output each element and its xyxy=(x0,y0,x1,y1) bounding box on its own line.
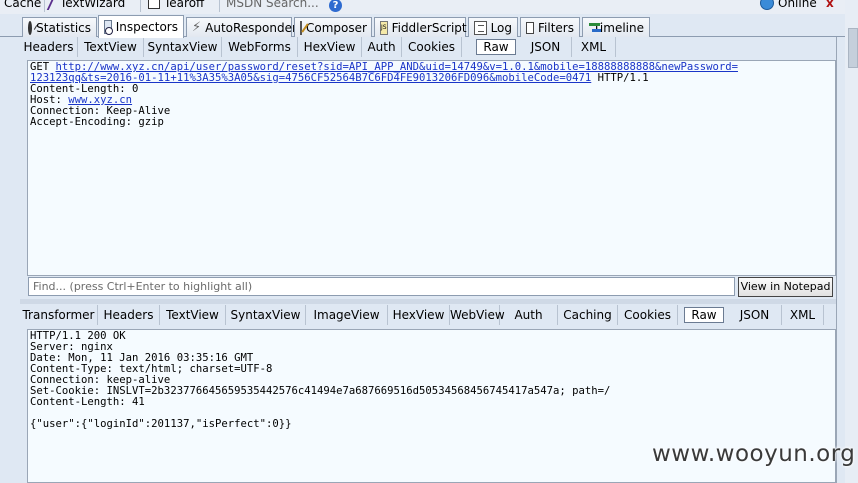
request-line-continued: 123123qq&ts=2016-01-11+11%3A35%3A05&sig=… xyxy=(30,73,833,84)
help-button[interactable]: ? xyxy=(329,0,342,13)
main-tab-strip: Statistics Inspectors ⚡ AutoResponder Co… xyxy=(0,14,845,38)
tearoff-label: Tearoff xyxy=(164,0,205,10)
response-tab-xml[interactable]: XML xyxy=(782,305,824,325)
lightning-icon: ⚡ xyxy=(192,19,202,35)
tab-label: Composer xyxy=(306,20,367,35)
tab-fiddlerscript[interactable]: JS FiddlerScript xyxy=(374,17,467,37)
watermark: www.wooyun.org xyxy=(652,441,856,467)
vertical-scrollbar[interactable] xyxy=(845,0,858,483)
response-tab-headers[interactable]: Headers xyxy=(98,305,160,325)
textwizard-button[interactable]: TextWizard xyxy=(46,0,126,11)
inspectors-icon xyxy=(104,20,113,35)
script-icon: JS xyxy=(380,20,388,35)
stopwatch-icon xyxy=(28,20,33,35)
tearoff-icon xyxy=(148,0,160,9)
scrollbar-thumb[interactable] xyxy=(848,28,858,68)
header-accept-encoding: Accept-Encoding: gzip xyxy=(30,116,164,128)
close-icon: x xyxy=(826,0,834,10)
response-tab-imageview[interactable]: ImageView xyxy=(306,305,388,325)
response-body: {"user":{"loginId":201137,"isPerfect":0}… xyxy=(30,418,292,430)
request-tab-webforms[interactable]: WebForms xyxy=(222,37,298,57)
timeline-icon xyxy=(588,21,601,35)
response-tab-caching[interactable]: Caching xyxy=(558,305,618,325)
msdn-search-input[interactable]: MSDN Search... xyxy=(226,0,319,11)
request-tab-xml[interactable]: XML xyxy=(572,37,616,57)
help-icon: ? xyxy=(329,0,342,12)
tab-composer[interactable]: Composer xyxy=(294,17,372,37)
request-tab-headers[interactable]: Headers xyxy=(20,37,78,57)
pane-splitter[interactable] xyxy=(20,299,836,304)
toolbar-separator xyxy=(44,0,45,12)
msdn-search-label: MSDN Search... xyxy=(226,0,319,10)
response-tab-textview[interactable]: TextView xyxy=(160,305,226,325)
request-tab-hexview[interactable]: HexView xyxy=(298,37,362,57)
tab-label: AutoResponder xyxy=(205,20,297,35)
response-tab-cookies[interactable]: Cookies xyxy=(618,305,678,325)
online-indicator[interactable]: Online xyxy=(760,0,817,11)
textwizard-label: TextWizard xyxy=(60,0,126,10)
request-tab-syntaxview[interactable]: SyntaxView xyxy=(144,37,222,57)
response-header-set-cookie: Set-Cookie: INSLVT=2b3237766456595354425… xyxy=(30,385,611,397)
magic-wand-icon xyxy=(46,0,60,10)
checkbox-icon xyxy=(526,21,535,34)
tab-label: Filters xyxy=(538,20,574,35)
response-tab-transformer[interactable]: Transformer xyxy=(20,305,98,325)
request-raw-pane[interactable]: GET http://www.xyz.cn/api/user/password/… xyxy=(27,60,836,276)
tab-filters[interactable]: Filters xyxy=(520,17,580,37)
response-header-content-length: Content-Length: 41 xyxy=(30,396,145,408)
request-tab-auth[interactable]: Auth xyxy=(362,37,402,57)
tearoff-button[interactable]: Tearoff xyxy=(148,0,204,11)
cache-button[interactable]: Cache xyxy=(4,0,41,11)
response-tab-json[interactable]: JSON xyxy=(728,305,782,325)
toolbar-separator xyxy=(140,0,141,12)
toolbar-separator xyxy=(219,0,220,12)
globe-icon xyxy=(760,0,774,10)
response-inspector-tabs: Transformer Headers TextView SyntaxView … xyxy=(20,305,836,325)
tab-label: FiddlerScript xyxy=(391,20,467,35)
request-tab-raw[interactable]: Raw xyxy=(476,39,516,55)
response-tab-hexview[interactable]: HexView xyxy=(388,305,450,325)
response-tab-raw[interactable]: Raw xyxy=(684,307,724,323)
tab-label: Inspectors xyxy=(115,20,178,34)
cache-label: Cache xyxy=(4,0,42,10)
request-inspector-tabs: Headers TextView SyntaxView WebForms Hex… xyxy=(20,37,836,57)
panel-border xyxy=(836,37,837,483)
response-tab-webview[interactable]: WebView xyxy=(450,305,505,325)
tab-timeline[interactable]: Timeline xyxy=(582,17,650,37)
response-tab-auth[interactable]: Auth xyxy=(500,305,558,325)
find-input[interactable]: Find... (press Ctrl+Enter to highlight a… xyxy=(28,277,735,296)
tab-autoresponder[interactable]: ⚡ AutoResponder xyxy=(186,17,297,37)
close-button[interactable]: x xyxy=(826,0,834,11)
request-tab-textview[interactable]: TextView xyxy=(78,37,144,57)
tab-label: Log xyxy=(490,20,512,35)
top-toolbar: Cache TextWizard Tearoff MSDN Search... … xyxy=(0,0,858,14)
request-protocol: HTTP/1.1 xyxy=(591,72,649,84)
view-in-notepad-button[interactable]: View in Notepad xyxy=(738,277,833,297)
response-tab-syntaxview[interactable]: SyntaxView xyxy=(226,305,306,325)
tab-label: Timeline xyxy=(592,20,644,35)
tab-log[interactable]: Log xyxy=(468,17,518,37)
tab-statistics[interactable]: Statistics xyxy=(22,17,97,37)
response-status-line: HTTP/1.1 200 OK xyxy=(30,330,126,342)
tab-inspectors[interactable]: Inspectors xyxy=(98,15,184,38)
request-tab-cookies[interactable]: Cookies xyxy=(402,37,462,57)
tab-label: Statistics xyxy=(36,20,91,35)
composer-icon xyxy=(300,20,302,35)
header-content-length: Content-Length: 0 xyxy=(30,83,139,95)
log-icon xyxy=(474,20,487,35)
online-label: Online xyxy=(778,0,817,10)
request-tab-json[interactable]: JSON xyxy=(520,37,572,57)
